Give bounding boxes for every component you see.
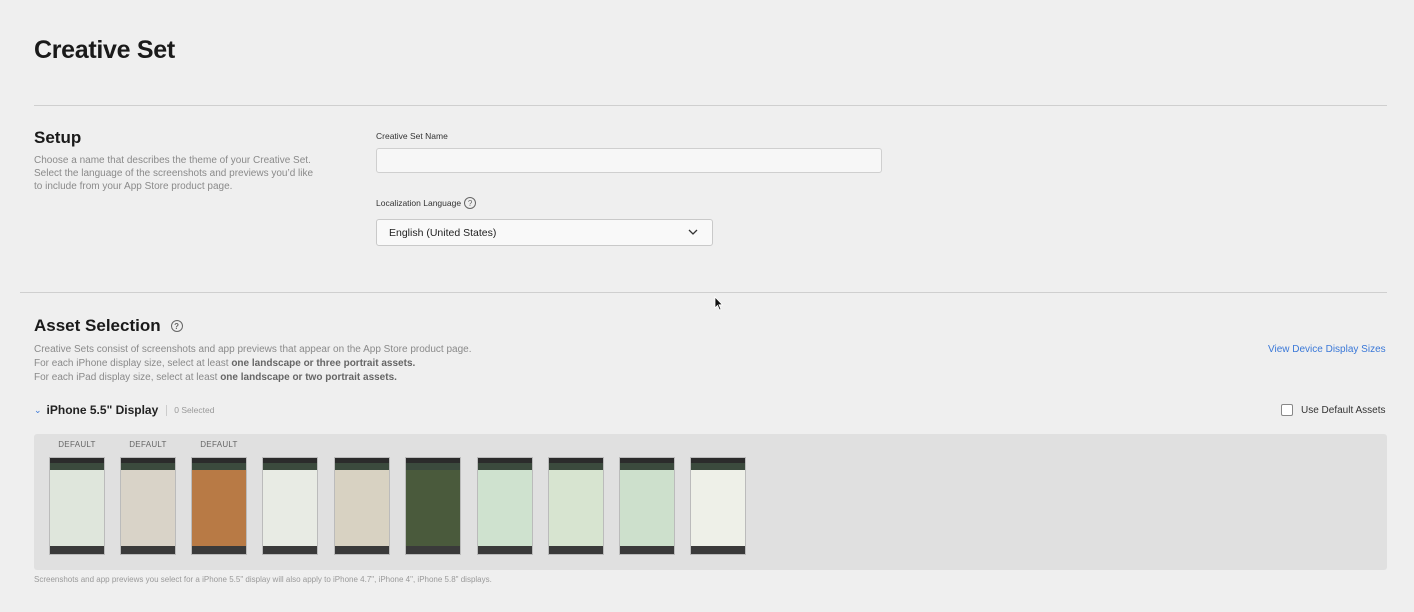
mouse-cursor-icon	[714, 296, 724, 311]
help-icon[interactable]: ?	[464, 197, 477, 209]
selected-count: 0 Selected	[174, 405, 215, 415]
localization-language-value: English (United States)	[389, 226, 497, 239]
route-map-screenshot[interactable]	[548, 457, 604, 555]
section-divider	[20, 292, 1387, 293]
asset-description-bold: one landscape or two portrait assets.	[220, 372, 397, 383]
creative-set-name-label: Creative Set Name	[376, 131, 448, 141]
screenshot-body	[691, 470, 745, 546]
journey-photo-screenshot[interactable]	[191, 457, 247, 555]
screenshot-body	[192, 470, 246, 546]
screenshot-body	[263, 470, 317, 546]
community-screenshot[interactable]	[334, 457, 390, 555]
setup-title: Setup	[34, 128, 82, 147]
story-screenshot[interactable]	[120, 457, 176, 555]
setup-description: Choose a name that describes the theme o…	[34, 154, 334, 193]
localization-language-label-text: Localization Language	[376, 198, 462, 208]
asset-selection-title: Asset Selection ?	[34, 316, 183, 336]
header-separator	[166, 404, 168, 416]
asset-description-text: For each iPhone display size, select at …	[34, 358, 232, 369]
page-title: Creative Set	[34, 36, 175, 64]
asset-description-text: For each iPad display size, select at le…	[34, 372, 221, 383]
setup-description-line: Select the language of the screenshots a…	[34, 168, 314, 179]
asset-description-line: For each iPhone display size, select at …	[34, 357, 734, 371]
footnote: Screenshots and app previews you select …	[34, 575, 492, 584]
display-title: iPhone 5.5" Display	[46, 403, 159, 417]
screenshot-body	[121, 470, 175, 546]
screenshot-body	[406, 470, 460, 546]
default-tag: DEFAULT	[129, 440, 167, 449]
dashboard-screenshot[interactable]	[49, 457, 105, 555]
default-tag: DEFAULT	[200, 440, 238, 449]
screenshot-body	[478, 470, 532, 546]
use-default-assets-label: Use Default Assets	[1301, 404, 1386, 416]
asset-description-line: For each iPad display size, select at le…	[34, 371, 734, 385]
top-divider	[34, 105, 1387, 106]
view-device-display-sizes-link[interactable]: View Device Display Sizes	[1268, 344, 1386, 355]
use-default-assets-toggle[interactable]: Use Default Assets	[1281, 404, 1385, 416]
setup-description-line: Choose a name that describes the theme o…	[34, 155, 311, 166]
asset-description-bold: one landscape or three portrait assets.	[231, 358, 416, 369]
challenges-list-screenshot[interactable]	[262, 457, 318, 555]
screenshot-body	[335, 470, 389, 546]
screenshot-body	[549, 470, 603, 546]
creative-set-name-input[interactable]	[376, 148, 882, 173]
chevron-down-icon	[688, 229, 698, 235]
chevron-down-icon[interactable]: ⌄	[34, 405, 42, 416]
map-photos-screenshot[interactable]	[619, 457, 675, 555]
achievements-screenshot[interactable]	[690, 457, 746, 555]
asset-selection-title-text: Asset Selection	[34, 316, 161, 335]
localization-language-select[interactable]: English (United States)	[376, 219, 713, 246]
asset-panel: DEFAULT DEFAULT DEFAULT	[34, 434, 1387, 570]
default-tag: DEFAULT	[58, 440, 96, 449]
help-icon[interactable]: ?	[170, 320, 183, 332]
achievement-trophy-screenshot[interactable]	[405, 457, 461, 555]
localization-language-label: Localization Language ?	[376, 197, 477, 209]
asset-description-line: Creative Sets consist of screenshots and…	[34, 344, 472, 355]
display-group-header[interactable]: ⌄ iPhone 5.5" Display 0 Selected	[34, 403, 214, 417]
setup-description-line: to include from your App Store product p…	[34, 181, 233, 192]
use-default-assets-checkbox[interactable]	[1281, 404, 1293, 416]
asset-selection-description: Creative Sets consist of screenshots and…	[34, 343, 734, 385]
screenshot-body	[620, 470, 674, 546]
map-distance-screenshot[interactable]	[477, 457, 533, 555]
screenshot-body	[50, 470, 104, 546]
